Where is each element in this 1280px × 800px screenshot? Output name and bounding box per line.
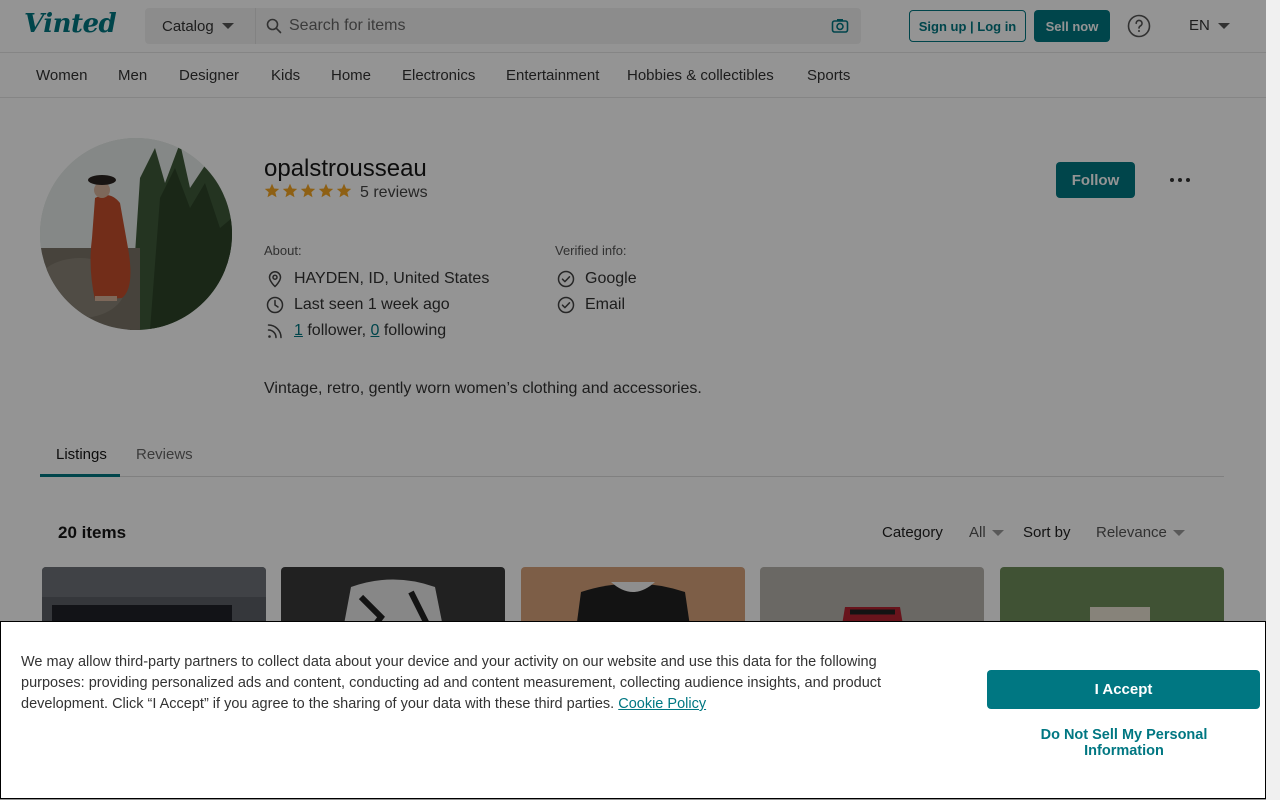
do-not-sell-button[interactable]: Do Not Sell My Personal Information: [1001, 727, 1247, 759]
cookie-consent-text: We may allow third-party partners to col…: [21, 652, 931, 715]
accept-cookies-button[interactable]: I Accept: [987, 670, 1260, 709]
cookie-consent-banner: We may allow third-party partners to col…: [0, 621, 1266, 799]
cookie-policy-link[interactable]: Cookie Policy: [618, 696, 706, 712]
page-scrollbar[interactable]: [1266, 0, 1280, 800]
cookie-consent-message: We may allow third-party partners to col…: [21, 654, 882, 712]
